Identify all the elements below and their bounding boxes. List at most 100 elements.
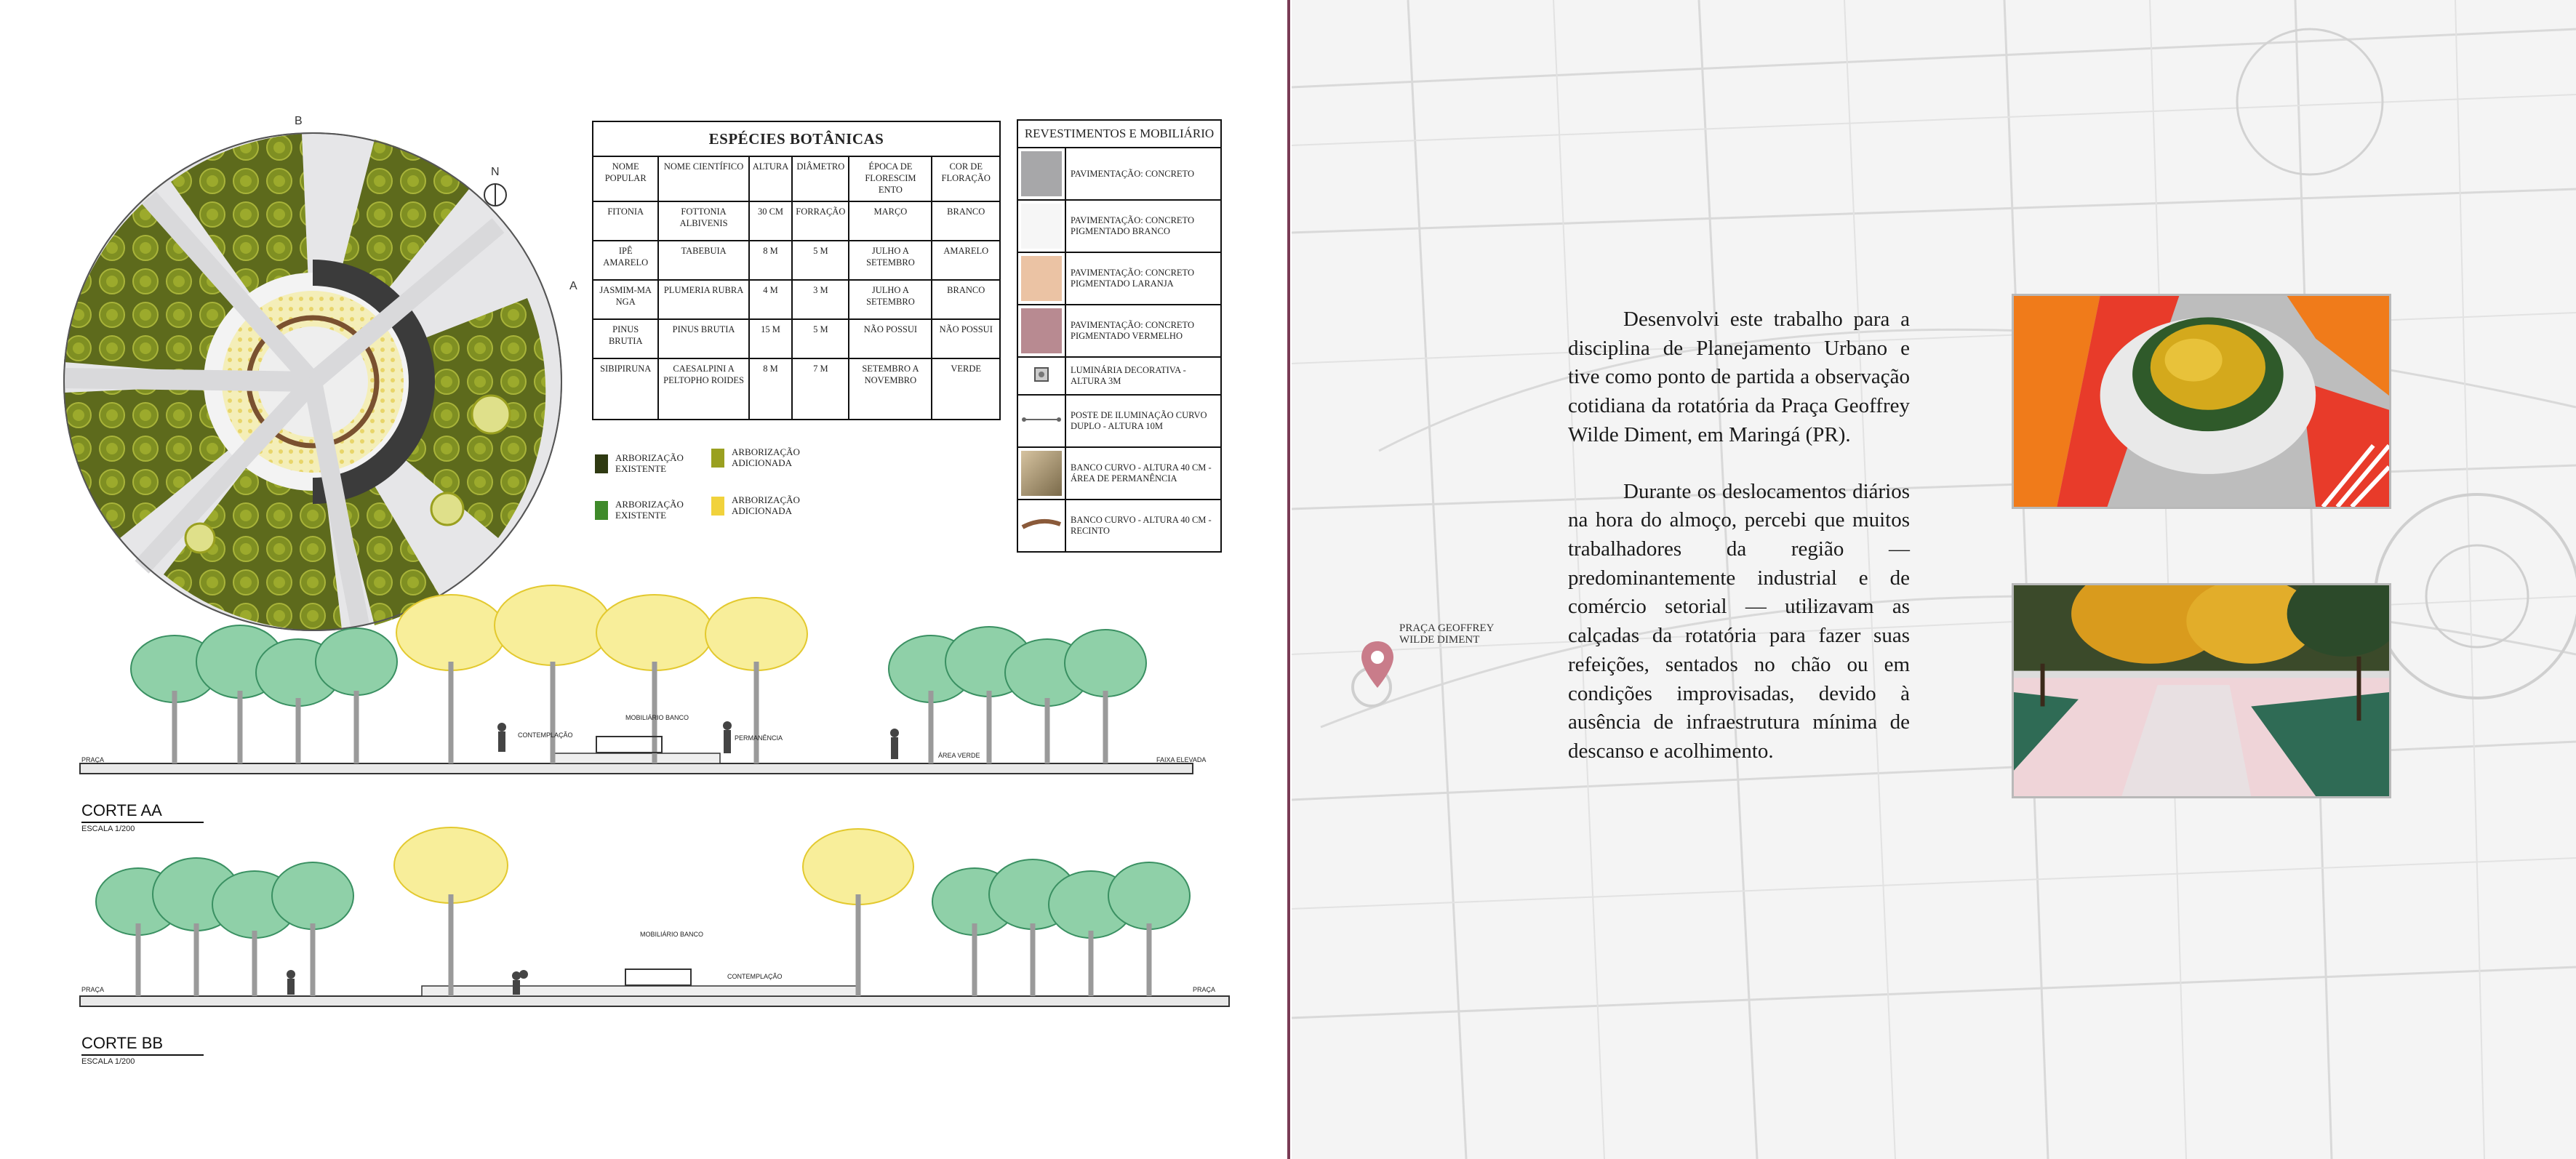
cell: 5 M xyxy=(791,240,850,281)
cell: PINUS BRUTIA xyxy=(657,318,750,360)
light-pole-icon xyxy=(1022,417,1061,422)
cell: BRANCO xyxy=(931,279,1001,321)
tag-green: ÁREA VERDE xyxy=(938,752,980,759)
legend-swatch xyxy=(595,501,608,520)
legend-swatch xyxy=(711,497,724,516)
cell: IPÊ AMARELO xyxy=(591,240,660,281)
page-spine xyxy=(1287,0,1290,1159)
legend-item: ARBORIZAÇÃO EXISTENTE xyxy=(595,452,703,475)
col-header: COR DE FLORAÇÃO xyxy=(931,156,1001,203)
legend-label: ARBORIZAÇÃO EXISTENTE xyxy=(615,452,684,474)
cell: 4 M xyxy=(748,279,793,321)
cell: JULHO A SETEMBRO xyxy=(848,240,933,281)
table-row: FITONIA FOTTONIA ALBIVENIS 30 CM FORRAÇÃ… xyxy=(591,201,1001,242)
legend-label: ARBORIZAÇÃO ADICIONADA xyxy=(732,446,800,468)
legend-swatch xyxy=(595,454,608,473)
cell: NÃO POSSUI xyxy=(931,318,1001,360)
material-label: BANCO CURVO - ALTURA 40 CM - RECINTO xyxy=(1065,499,1222,553)
section-bb-svg: MOBILIÁRIO BANCO PRAÇA PRAÇA CONTEMPLAÇÃ… xyxy=(79,827,1230,1007)
cell: AMARELO xyxy=(931,240,1001,281)
render-image-aerial xyxy=(2012,294,2391,509)
table-row: JASMIM-MA NGA PLUMERIA RUBRA 4 M 3 M JUL… xyxy=(591,279,1001,321)
cell: TABEBUIA xyxy=(657,240,750,281)
paragraph-2: Durante os deslocamentos diários na hora… xyxy=(1568,479,1910,763)
location-pin-icon xyxy=(1361,641,1393,688)
col-header: ALTURA xyxy=(748,156,793,203)
render-image-ground xyxy=(2012,583,2391,798)
bench-curve-icon xyxy=(1021,519,1062,530)
table-row: IPÊ AMARELO TABEBUIA 8 M 5 M JULHO A SET… xyxy=(591,240,1001,281)
street-map-background xyxy=(1292,0,2576,1159)
material-swatch xyxy=(1021,151,1062,197)
table-row: LUMINÁRIA DECORATIVA - ALTURA 3M xyxy=(1017,356,1222,396)
section-aa-drawing: MOBILIÁRIO BANCO PRAÇA FAIXA ELEVADA CON… xyxy=(73,582,1236,800)
section-bb-scale: ESCALA 1/200 xyxy=(81,1057,135,1066)
cell: BRANCO xyxy=(931,201,1001,242)
plan-label-b: B xyxy=(295,115,303,127)
tag-left: PRAÇA xyxy=(81,756,104,763)
cell: 7 M xyxy=(791,358,850,421)
roundabout-plan: B A N xyxy=(62,115,577,633)
tag-mid2: PERMANÊNCIA xyxy=(735,734,783,742)
legend-swatch xyxy=(711,449,724,468)
section-bb-drawing: MOBILIÁRIO BANCO PRAÇA PRAÇA CONTEMPLAÇÃ… xyxy=(73,814,1236,1032)
tag-center: MOBILIÁRIO BANCO xyxy=(640,931,703,938)
lamp-icon xyxy=(1034,367,1049,382)
table-row: PAVIMENTAÇÃO: CONCRETO xyxy=(1017,147,1222,201)
cell: 8 M xyxy=(748,240,793,281)
table-row: BANCO CURVO - ALTURA 40 CM - RECINTO xyxy=(1017,499,1222,553)
cell: SETEMBRO A NOVEMBRO xyxy=(848,358,933,421)
material-label: BANCO CURVO - ALTURA 40 CM - ÁREA DE PER… xyxy=(1065,446,1222,501)
col-header: NOME POPULAR xyxy=(591,156,660,203)
table-row: PINUS BRUTIA PINUS BRUTIA 15 M 5 M NÃO P… xyxy=(591,318,1001,360)
cell: PINUS BRUTIA xyxy=(591,318,660,360)
cell: VERDE xyxy=(931,358,1001,421)
ground-render xyxy=(2014,585,2389,796)
cell: FOTTONIA ALBIVENIS xyxy=(657,201,750,242)
cell: 15 M xyxy=(748,318,793,360)
table-row: PAVIMENTAÇÃO: CONCRETO PIGMENTADO LARANJ… xyxy=(1017,252,1222,306)
plan-label-a: A xyxy=(569,280,577,292)
tag-mid: CONTEMPLAÇÃO xyxy=(727,973,783,980)
material-swatch xyxy=(1021,204,1062,249)
legend-label: ARBORIZAÇÃO ADICIONADA xyxy=(732,494,800,516)
description-text: Desenvolvi este trabalho para a discipli… xyxy=(1568,305,1910,794)
cell: 5 M xyxy=(791,318,850,360)
materials-table: REVESTIMENTOS E MOBILIÁRIO PAVIMENTAÇÃO:… xyxy=(1017,119,1222,553)
table-row: PAVIMENTAÇÃO: CONCRETO PIGMENTADO VERMEL… xyxy=(1017,304,1222,358)
section-aa-svg: MOBILIÁRIO BANCO PRAÇA FAIXA ELEVADA CON… xyxy=(79,585,1206,774)
paragraph-1: Desenvolvi este trabalho para a discipli… xyxy=(1568,308,1910,446)
material-label: PAVIMENTAÇÃO: CONCRETO xyxy=(1065,147,1222,201)
material-label: LUMINÁRIA DECORATIVA - ALTURA 3M xyxy=(1065,356,1222,396)
cell: MARÇO xyxy=(848,201,933,242)
cell: FITONIA xyxy=(591,201,660,242)
cell: CAESALPINI A PELTOPHO ROIDES xyxy=(657,358,750,421)
legend-item: ARBORIZAÇÃO ADICIONADA xyxy=(711,446,826,469)
tree-legend: ARBORIZAÇÃO EXISTENTE ARBORIZAÇÃO ADICIO… xyxy=(595,446,857,527)
section-bb-title: CORTE BB xyxy=(81,1034,204,1056)
material-label: PAVIMENTAÇÃO: CONCRETO PIGMENTADO LARANJ… xyxy=(1065,252,1222,306)
cell: FORRAÇÃO xyxy=(791,201,850,242)
cell: JASMIM-MA NGA xyxy=(591,279,660,321)
tag-right: PRAÇA xyxy=(1193,986,1215,993)
north-arrow-icon xyxy=(484,183,507,206)
species-table: ESPÉCIES BOTÂNICAS NOME POPULAR NOME CIE… xyxy=(591,120,1001,421)
material-label: POSTE DE ILUMINAÇÃO CURVO DUPLO - ALTURA… xyxy=(1065,394,1222,449)
table-row: POSTE DE ILUMINAÇÃO CURVO DUPLO - ALTURA… xyxy=(1017,394,1222,449)
material-swatch xyxy=(1021,256,1062,302)
cell: 8 M xyxy=(748,358,793,421)
cell: SIBIPIRUNA xyxy=(591,358,660,421)
material-label: PAVIMENTAÇÃO: CONCRETO PIGMENTADO VERMEL… xyxy=(1065,304,1222,358)
legend-item: ARBORIZAÇÃO ADICIONADA xyxy=(711,494,826,517)
right-page: PRAÇA GEOFFREY WILDE DIMENT Desenvolvi e… xyxy=(1292,0,2576,1159)
tag-center: MOBILIÁRIO BANCO xyxy=(625,714,689,721)
legend-label: ARBORIZAÇÃO EXISTENTE xyxy=(615,499,684,521)
tag-mid: CONTEMPLAÇÃO xyxy=(518,731,573,739)
cell: 3 M xyxy=(791,279,850,321)
col-header: DIÂMETRO xyxy=(791,156,850,203)
cell: NÃO POSSUI xyxy=(848,318,933,360)
species-table-title: ESPÉCIES BOTÂNICAS xyxy=(592,120,1001,158)
bench-icon xyxy=(1021,451,1062,497)
legend-item: ARBORIZAÇÃO EXISTENTE xyxy=(595,499,703,521)
tag-left: PRAÇA xyxy=(81,986,104,993)
